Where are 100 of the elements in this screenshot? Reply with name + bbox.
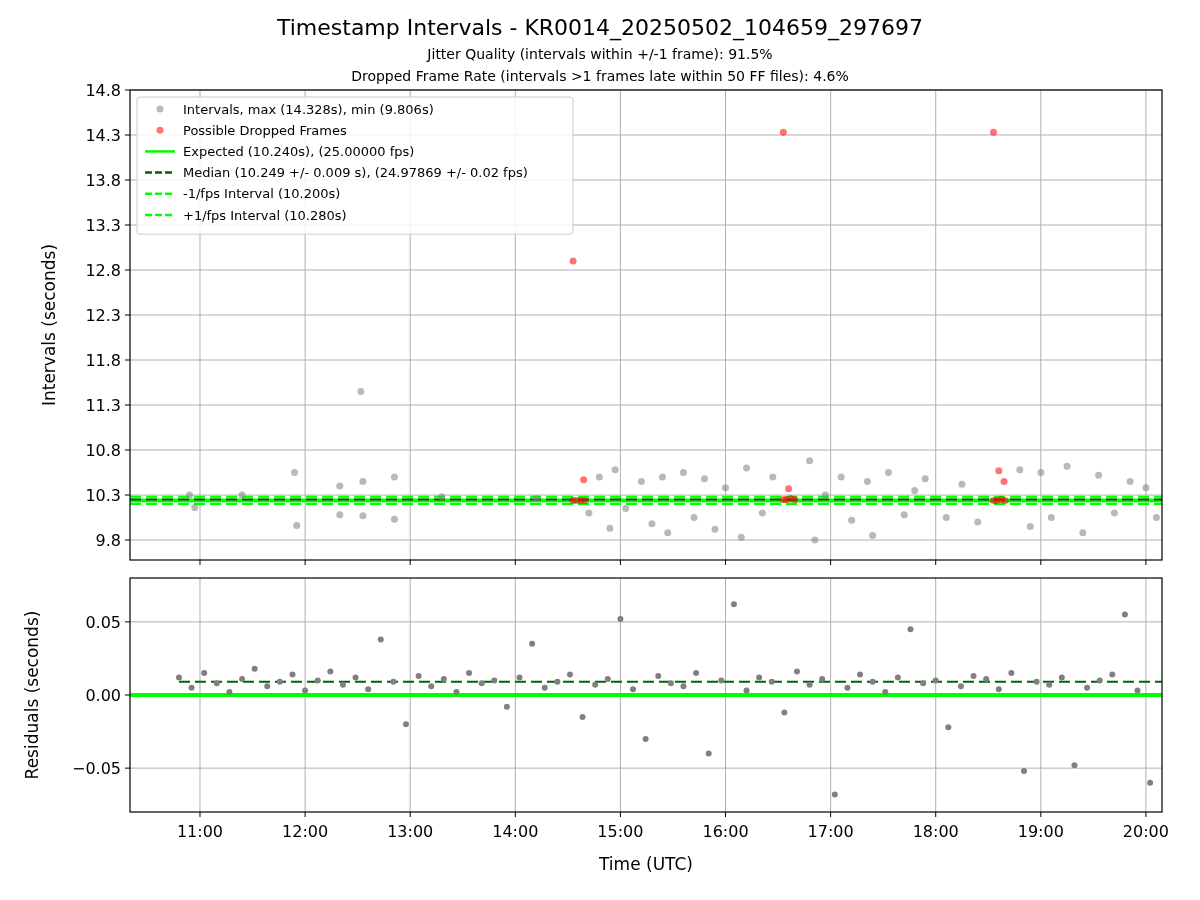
data-point (945, 724, 952, 731)
data-point (440, 675, 447, 682)
data-point (302, 687, 309, 694)
data-point (503, 703, 510, 710)
data-point (491, 677, 498, 684)
data-point (554, 678, 561, 685)
data-point (1000, 478, 1008, 485)
data-point (1008, 670, 1015, 677)
data-point (579, 713, 586, 720)
data-point (743, 687, 750, 694)
data-point (756, 674, 763, 681)
legend-marker-icon (156, 126, 164, 134)
tick-label: 0.00 (85, 686, 121, 705)
data-point (768, 678, 775, 685)
tick-label: 11.3 (85, 396, 121, 415)
data-point (1134, 687, 1141, 694)
data-point (1110, 509, 1118, 517)
data-point (894, 674, 901, 681)
data-point (690, 514, 698, 521)
data-point (1046, 681, 1053, 688)
data-point (1016, 466, 1024, 474)
data-point (453, 689, 460, 696)
data-point (1037, 469, 1045, 476)
data-point (226, 689, 233, 696)
data-point (722, 484, 729, 492)
data-point (844, 684, 851, 691)
data-point (293, 522, 301, 530)
tick-label: 0.05 (85, 612, 121, 632)
data-point (336, 482, 344, 490)
data-point (1152, 514, 1160, 521)
data-point (794, 668, 800, 675)
data-point (1142, 484, 1150, 492)
data-point (1026, 523, 1034, 530)
legend-label: Expected (10.240s), (25.00000 fps) (183, 143, 415, 159)
data-point (1047, 514, 1055, 521)
tick-label: 11.8 (85, 351, 121, 370)
data-point (478, 680, 485, 687)
data-point (907, 626, 914, 633)
data-point (438, 493, 446, 501)
chart-subtitle: Dropped Frame Rate (intervals >1 frames late within 50 FF files): 4.6% (351, 67, 849, 86)
data-point (580, 476, 588, 484)
data-point (1147, 779, 1154, 786)
data-point (680, 683, 687, 690)
data-point (428, 683, 435, 690)
data-point (1084, 684, 1091, 691)
chart-title: Timestamp Intervals - KR0014_20250502_104659_297697 (276, 14, 924, 43)
data-point (900, 511, 908, 519)
data-point (339, 681, 346, 688)
data-point (667, 680, 674, 687)
data-point (806, 681, 813, 688)
data-point (837, 473, 845, 481)
data-point (1121, 611, 1128, 618)
data-point (658, 473, 666, 481)
data-point (1071, 762, 1078, 769)
data-point (352, 674, 359, 681)
data-point (276, 678, 283, 685)
tick-label: 14.8 (85, 81, 121, 100)
legend-marker-icon (145, 171, 175, 174)
axis-label: Intervals (seconds) (39, 243, 59, 407)
data-point (1063, 462, 1071, 470)
data-point (585, 509, 593, 517)
data-point (821, 491, 829, 499)
data-point (831, 791, 838, 798)
data-point (390, 473, 398, 481)
data-point (1109, 671, 1116, 678)
data-point (679, 469, 687, 476)
data-point (188, 684, 195, 691)
data-point (365, 686, 372, 693)
tick-label: 14:00 (492, 822, 539, 841)
data-point (390, 678, 397, 685)
data-point (921, 475, 929, 483)
data-point (617, 615, 624, 622)
data-point (291, 469, 299, 476)
tick-label: 14.3 (85, 126, 121, 145)
data-point (806, 457, 814, 465)
data-point (1021, 768, 1027, 775)
data-point (357, 388, 365, 395)
data-point (611, 466, 619, 474)
data-point (705, 750, 712, 757)
legend-marker-icon (156, 105, 164, 113)
data-point (884, 469, 892, 476)
legend-label: +1/fps Interval (10.280s) (183, 207, 347, 223)
data-point (869, 532, 877, 539)
tick-label: 13.8 (85, 171, 121, 190)
data-point (779, 128, 787, 136)
axis-label: Time (UTC) (599, 854, 693, 874)
tick-label: 9.8 (95, 531, 121, 550)
data-point (541, 684, 548, 691)
data-point (1058, 674, 1065, 681)
data-point (238, 491, 246, 499)
data-point (811, 536, 819, 544)
tick-label: 15:00 (597, 822, 644, 841)
data-point (995, 686, 1002, 693)
tick-label: 12.3 (85, 306, 121, 325)
data-point (957, 683, 964, 690)
data-point (201, 670, 208, 677)
data-point (359, 478, 367, 485)
legend-label: Possible Dropped Frames (183, 122, 347, 138)
tick-label: 13:00 (387, 822, 434, 841)
data-point (718, 677, 725, 684)
